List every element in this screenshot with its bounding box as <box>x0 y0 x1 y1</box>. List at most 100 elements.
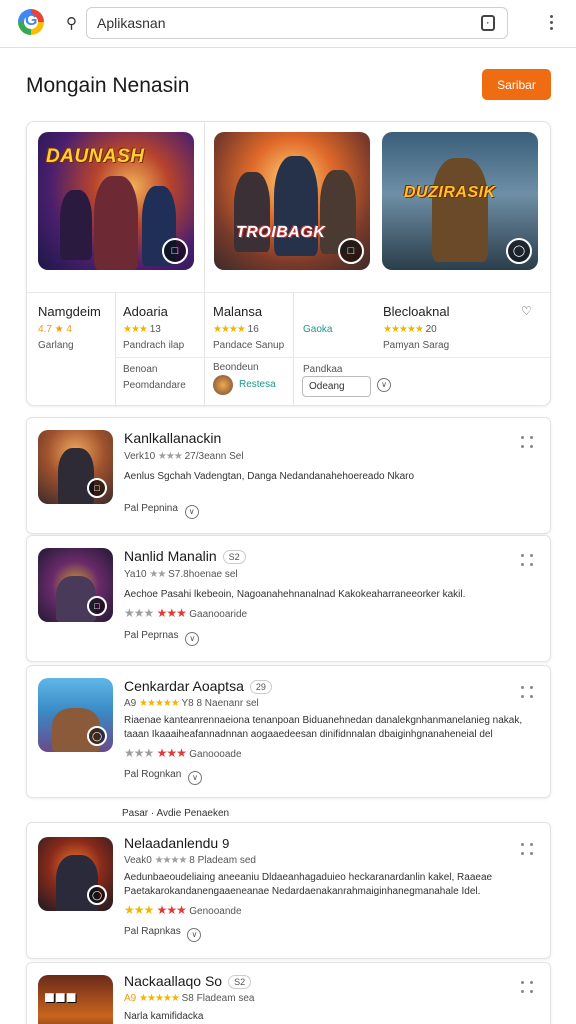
page-title: Mongain Nenasin <box>26 74 190 97</box>
app-name[interactable]: Namgdeim <box>38 304 101 319</box>
play-badge-icon: □ <box>87 478 107 498</box>
app-description: Aechoe Pasahi lkebeoin, Nagoanahehnanaln… <box>124 589 466 600</box>
app-tag: Restesa <box>239 379 276 390</box>
drag-handle-icon[interactable] <box>521 554 537 568</box>
chevron-down-icon[interactable]: ∨ <box>188 771 203 785</box>
star-rating: ★★★★★ <box>139 698 180 709</box>
meta-prefix: Verk10 <box>124 451 156 462</box>
drag-handle-icon[interactable] <box>521 436 537 450</box>
app-icon-art: ■■■ <box>44 987 77 1007</box>
version-badge: 29 <box>249 680 272 695</box>
list-item[interactable]: □ Nanlid Manalin S2 Ya10 ★★ S7.8hoenae se… <box>26 535 551 662</box>
star-rating-red: ★★★ <box>156 606 187 620</box>
meta-prefix: Veak0 <box>124 855 152 866</box>
app-meta: Y8 8 Naenanr sel <box>181 698 259 709</box>
app-name-text: Cenkardar Aoaptsa <box>124 678 244 694</box>
app-info: Beondeun <box>213 362 259 373</box>
list-item[interactable]: ◯ Cenkardar Aoaptsa 29 A9 ★★★★★ Y8 8 Naen… <box>26 665 551 798</box>
featured-panel: DAUNASH □ TROIBAGK □ DUZIRASIK ◯ Namgdei… <box>26 121 552 407</box>
divider <box>204 122 205 407</box>
app-foot: Pal Peprnas <box>124 630 179 641</box>
app-name[interactable]: Nackaallaqo So S2 <box>124 973 252 990</box>
app-icon[interactable]: □ <box>38 430 113 504</box>
app-name-text: Nanlid Manalin <box>124 548 217 564</box>
version-badge: 9 <box>222 836 230 851</box>
star-rating: ★★★★★ <box>139 993 180 1004</box>
play-badge-icon[interactable]: □ <box>338 238 364 264</box>
app-meta: S7.8hoenae sel <box>168 569 238 580</box>
app-icon[interactable]: □ <box>38 548 113 622</box>
app-info: Peomdandare <box>123 380 186 391</box>
app-icon[interactable]: ◯ <box>38 678 113 752</box>
lens-icon[interactable]: · <box>481 15 495 31</box>
rating: 4.7 ★ 4 <box>38 324 72 335</box>
app-name[interactable]: Malansa <box>213 304 262 319</box>
meta-prefix: Ya10 <box>124 569 147 580</box>
app-icon[interactable]: ■■■ <box>38 975 113 1024</box>
star-rating: ★★★★ <box>213 324 246 335</box>
app-description: Aenlus Sgchah Vadengtan, Danga Nedandana… <box>124 471 415 482</box>
bell-icon[interactable]: ♡ <box>521 304 532 318</box>
featured-image-1[interactable]: DAUNASH □ <box>38 132 194 270</box>
header-action-button[interactable]: Saribar <box>482 69 551 100</box>
list-item[interactable]: ■■■ Nackaallaqo So S2 A9 ★★★★★ S8 Fladeam… <box>26 962 551 1024</box>
app-name[interactable]: Nanlid Manalin S2 <box>124 548 246 565</box>
drag-handle-icon[interactable] <box>521 686 537 700</box>
app-thumb[interactable] <box>213 375 233 395</box>
chevron-down-icon[interactable]: ∨ <box>185 632 200 646</box>
drag-handle-icon[interactable] <box>521 843 537 857</box>
divider <box>115 292 116 407</box>
app-foot: Pal Rapnkas <box>124 926 181 937</box>
app-name[interactable]: Kanlkallanackin <box>124 430 221 446</box>
divider <box>293 292 294 407</box>
logo-letter: G <box>25 12 38 29</box>
featured-image-title: DUZIRASIK <box>404 184 496 201</box>
meta-prefix: A9 <box>124 698 137 709</box>
app-name[interactable]: Cenkardar Aoaptsa 29 <box>124 678 272 695</box>
list-item[interactable]: □ Kanlkallanackin Verk10 ★★★ 27/3eann Se… <box>26 417 551 534</box>
app-meta: 27/3eann Sel <box>184 451 244 462</box>
search-box[interactable]: · <box>86 7 508 39</box>
featured-image-2[interactable]: TROIBAGK □ <box>214 132 370 270</box>
app-label: Gaoka <box>303 324 333 335</box>
featured-image-3[interactable]: DUZIRASIK ◯ <box>382 132 538 270</box>
google-logo-icon[interactable]: G <box>18 9 44 35</box>
app-icon[interactable]: ◯ <box>38 837 113 911</box>
app-name-text: Nackaallaqo So <box>124 973 223 989</box>
star-rating: ★★★ <box>157 451 183 462</box>
sort-dropdown[interactable]: Odeang <box>302 376 371 397</box>
star-rating-red: ★★★ <box>156 746 187 760</box>
featured-image-title: DAUNASH <box>46 146 145 167</box>
search-input[interactable] <box>97 15 457 31</box>
star-rating-gray: ★★★ <box>124 606 154 620</box>
chevron-down-icon[interactable]: ∨ <box>184 505 199 519</box>
rating-count: 16 <box>247 324 259 335</box>
app-name[interactable]: Nelaadanlendu 9 <box>124 835 229 851</box>
rating-label: Ganoooade <box>189 749 242 760</box>
star-rating: ★★★★ <box>154 855 188 866</box>
star-rating: ★★ <box>149 569 166 580</box>
chevron-down-icon[interactable]: ∨ <box>187 928 202 942</box>
rating-count: 20 <box>425 324 437 335</box>
app-description: Aedunbaeoudeliaing aneeaniu Dldaeanhagad… <box>124 872 493 897</box>
list-item[interactable]: ◯ Nelaadanlendu 9 Veak0 ★★★★ 8 Pladeam s… <box>26 822 551 959</box>
app-name[interactable]: Adoaria <box>123 304 168 319</box>
star-rating: ★★★ <box>123 324 148 335</box>
app-name[interactable]: Blecloaknal <box>383 304 450 319</box>
star-rating-gray: ★★★ <box>124 746 154 760</box>
more-options-icon[interactable] <box>544 12 558 33</box>
play-badge-icon: ◯ <box>87 885 107 905</box>
chevron-down-icon[interactable]: ∨ <box>377 378 391 392</box>
divider <box>27 292 552 293</box>
star-rating-gray: ★★★ <box>124 903 154 917</box>
drag-handle-icon[interactable] <box>521 981 537 995</box>
divider <box>115 357 552 358</box>
rating-count: 13 <box>149 324 161 335</box>
featured-image-title: TROIBAGK <box>236 224 326 241</box>
search-icon[interactable]: ⚲ <box>66 14 77 32</box>
play-badge-icon[interactable]: □ <box>162 238 188 264</box>
play-badge-icon: □ <box>87 596 107 616</box>
app-meta: S8 Fladeam sea <box>181 993 255 1004</box>
play-badge-icon[interactable]: ◯ <box>506 238 532 264</box>
version-badge: S2 <box>228 975 252 990</box>
